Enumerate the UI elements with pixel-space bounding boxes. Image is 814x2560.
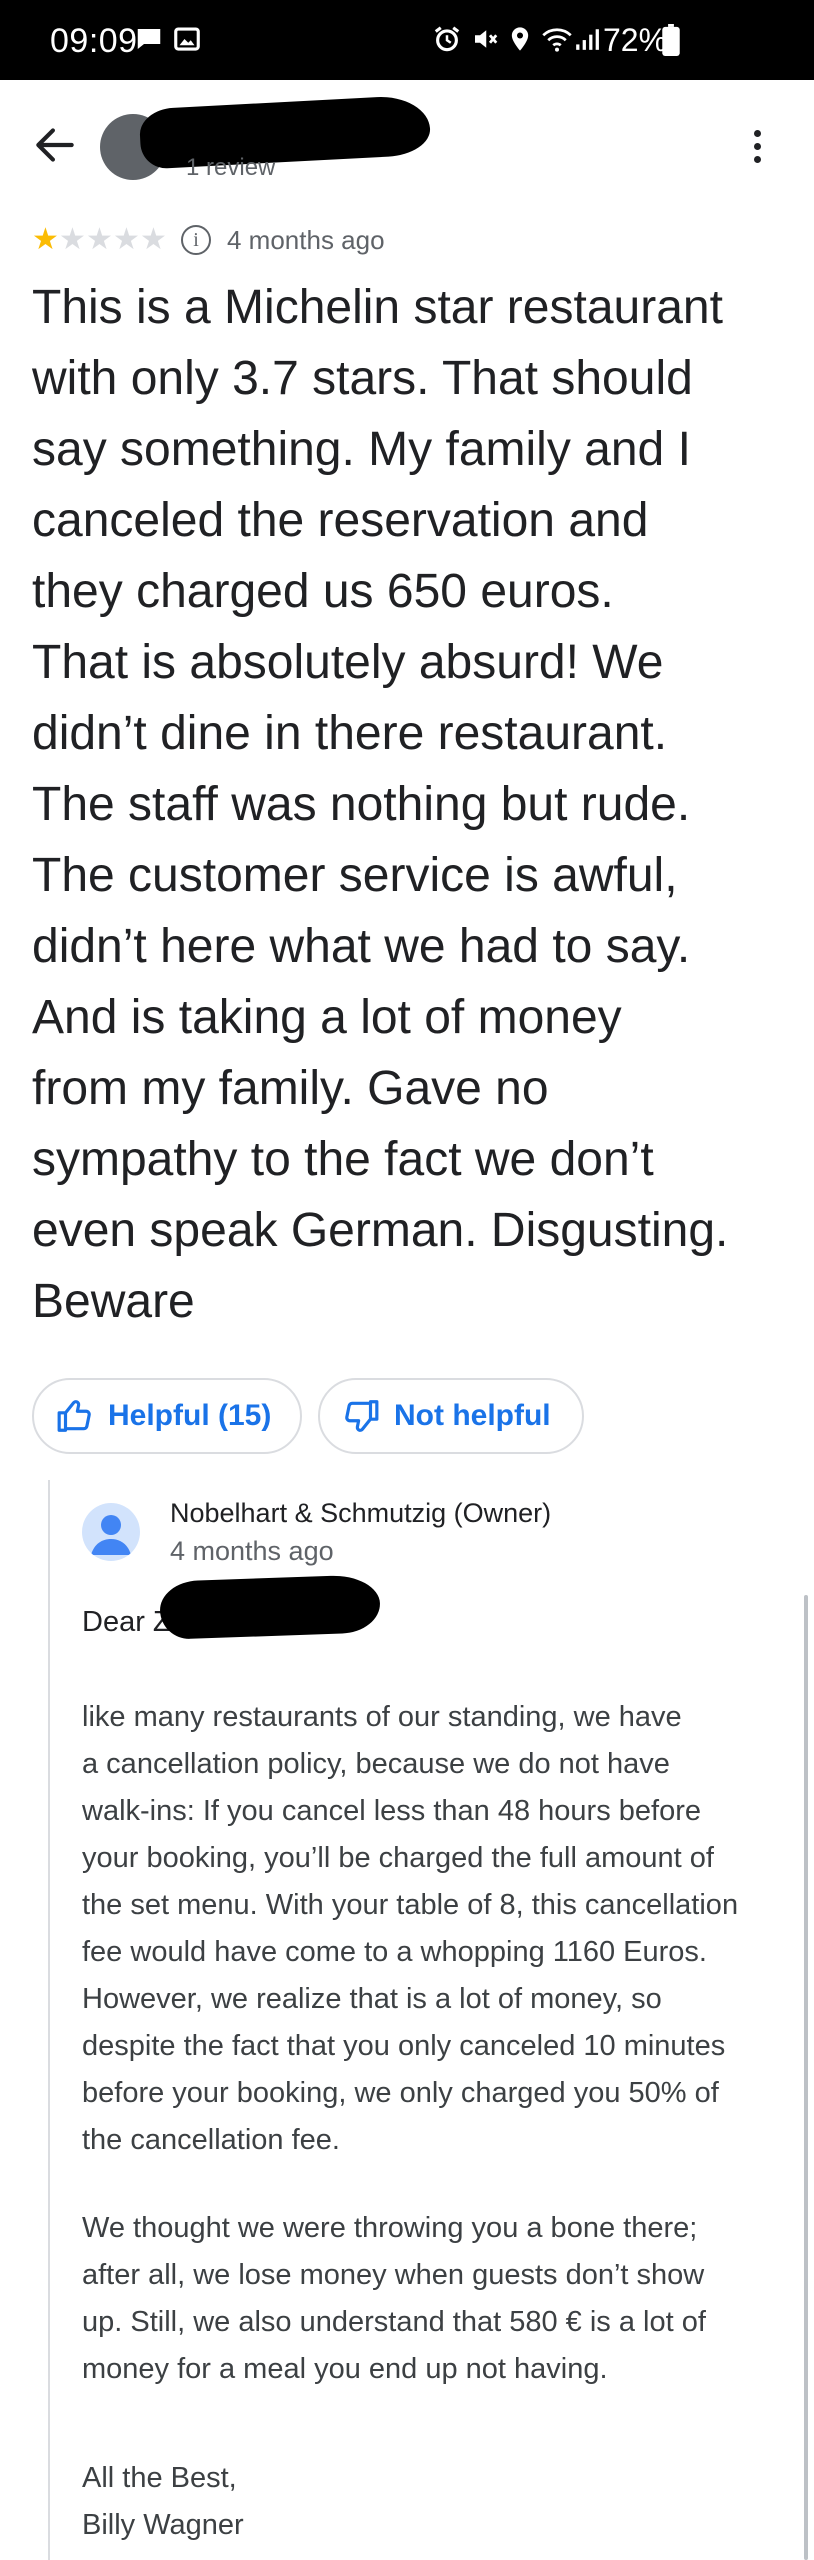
- person-icon: [91, 1515, 131, 1555]
- not-helpful-label: Not helpful: [394, 1399, 551, 1432]
- reviewer-review-count[interactable]: 1 review: [186, 154, 275, 182]
- battery-icon: [662, 24, 680, 56]
- chat-bubble-icon: [137, 29, 161, 49]
- rating-row: ★ ★ ★ ★ ★ i 4 months ago: [32, 220, 385, 260]
- helpful-button[interactable]: Helpful (15): [32, 1378, 302, 1454]
- gallery-icon: [174, 27, 200, 51]
- response-salutation: Dear Z: [82, 1606, 171, 1638]
- response-paragraph: We thought we were throwing you a bone t…: [82, 2212, 706, 2385]
- star-rating: ★ ★ ★ ★ ★: [32, 225, 167, 255]
- response-divider: [48, 1480, 50, 2560]
- review-time: 4 months ago: [227, 224, 385, 255]
- scrollbar[interactable]: [804, 1595, 808, 2560]
- star-filled-icon: ★: [32, 223, 59, 256]
- salutation-redaction: [159, 1574, 381, 1640]
- owner-response-time: 4 months ago: [170, 1536, 334, 1566]
- location-icon: [511, 27, 529, 51]
- reviewer-name-redaction: [138, 94, 432, 170]
- owner-avatar: [82, 1503, 140, 1561]
- star-empty-icon: ★: [113, 223, 140, 256]
- more-vert-icon: [742, 124, 772, 163]
- alarm-icon: [434, 26, 460, 52]
- back-arrow-icon: [36, 128, 74, 162]
- info-icon[interactable]: i: [181, 225, 211, 255]
- battery-percentage: 72%: [603, 22, 668, 58]
- signal-icon: [576, 29, 599, 50]
- wifi-icon: [542, 28, 572, 52]
- thumbs-down-icon: [345, 1400, 379, 1432]
- response-paragraph: like many restaurants of our standing, w…: [82, 1701, 739, 2156]
- helpful-label: Helpful (15): [108, 1399, 272, 1432]
- star-empty-icon: ★: [59, 223, 86, 256]
- app-header: 1 review: [0, 80, 814, 200]
- back-button[interactable]: [30, 120, 80, 170]
- owner-name[interactable]: Nobelhart & Schmutzig (Owner): [170, 1498, 551, 1529]
- status-time: 09:09: [50, 22, 138, 60]
- star-empty-icon: ★: [140, 223, 167, 256]
- review-text: This is a Michelin star restaurant with …: [32, 281, 729, 1328]
- not-helpful-button[interactable]: Not helpful: [318, 1378, 584, 1454]
- more-options-button[interactable]: [742, 124, 772, 174]
- response-signature: All the Best, Billy Wagner: [82, 2462, 244, 2541]
- mute-icon: [475, 30, 498, 48]
- status-bar: 09:09 72%: [0, 0, 814, 80]
- thumbs-up-icon: [57, 1400, 91, 1432]
- star-empty-icon: ★: [86, 223, 113, 256]
